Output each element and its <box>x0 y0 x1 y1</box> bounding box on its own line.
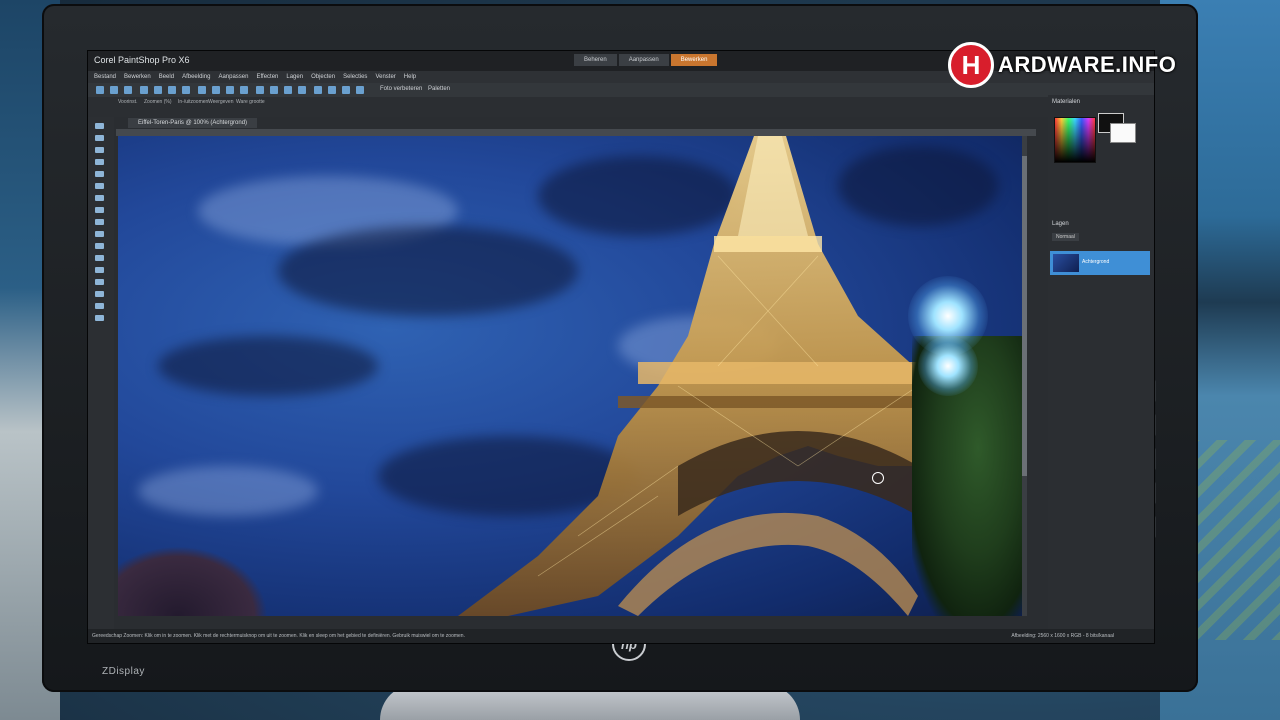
flip-icon[interactable] <box>240 86 248 94</box>
scrollbar-thumb[interactable] <box>1022 156 1027 476</box>
dropper-tool-icon[interactable] <box>95 183 104 189</box>
guides-icon[interactable] <box>342 86 350 94</box>
histogram-icon[interactable] <box>356 86 364 94</box>
mode-tabs: Beheren Aanpassen Bewerken <box>574 54 718 66</box>
pick-tool-icon[interactable] <box>95 147 104 153</box>
vertical-scrollbar[interactable] <box>1022 136 1027 616</box>
paste-icon[interactable] <box>270 86 278 94</box>
option-actual-size[interactable]: Ware grootte <box>236 99 265 105</box>
pan-tool-icon[interactable] <box>95 123 104 129</box>
status-image-info: Afbeelding: 2560 x 1600 x RGB - 8 bits/k… <box>1011 633 1114 639</box>
menu-objecten[interactable]: Objecten <box>311 71 335 83</box>
move-tool-icon[interactable] <box>95 159 104 165</box>
layer-name: Achtergrond <box>1082 259 1110 265</box>
option-presets[interactable]: Voorinst. <box>118 99 137 105</box>
zoom-cursor-icon <box>872 472 884 484</box>
crop-icon[interactable] <box>198 86 206 94</box>
status-hint: Gereedschap Zoomen: Klik om in te zoomen… <box>92 633 465 639</box>
menu-help[interactable]: Help <box>404 71 416 83</box>
document-tab[interactable]: Eiffel-Toren-Paris @ 100% (Achtergrond) <box>128 118 258 128</box>
grid-icon[interactable] <box>314 86 322 94</box>
palettes-dropdown[interactable]: Paletten <box>428 86 450 92</box>
tools-palette <box>88 117 114 629</box>
open-icon[interactable] <box>110 86 118 94</box>
ruler-icon[interactable] <box>328 86 336 94</box>
share-icon[interactable] <box>154 86 162 94</box>
save-icon[interactable] <box>124 86 132 94</box>
menu-aanpassen[interactable]: Aanpassen <box>218 71 248 83</box>
copy-icon[interactable] <box>256 86 264 94</box>
rotate-icon[interactable] <box>226 86 234 94</box>
right-panels: Materialen Lagen Normaal Achtergrond <box>1048 95 1154 629</box>
brand-logo-text: ARDWARE.INFO <box>998 52 1177 77</box>
straighten-tool-icon[interactable] <box>95 207 104 213</box>
resize-icon[interactable] <box>212 86 220 94</box>
menu-venster[interactable]: Venster <box>375 71 395 83</box>
new-icon[interactable] <box>96 86 104 94</box>
app-window: Corel PaintShop Pro X6 Beheren Aanpassen… <box>87 50 1155 644</box>
status-bar: Gereedschap Zoomen: Klik om in te zoomen… <box>88 629 1154 643</box>
menu-afbeelding[interactable]: Afbeelding <box>182 71 210 83</box>
menu-selecties[interactable]: Selecties <box>343 71 367 83</box>
eraser-tool-icon[interactable] <box>95 255 104 261</box>
image-canvas[interactable] <box>118 136 1022 616</box>
option-zoom-in-out[interactable]: In-/uitzoomen <box>178 99 208 105</box>
tab-aanpassen[interactable]: Aanpassen <box>618 54 669 66</box>
tab-beheren[interactable]: Beheren <box>574 54 617 66</box>
zoom-tool-icon[interactable] <box>95 135 104 141</box>
tab-bewerken[interactable]: Bewerken <box>670 54 718 66</box>
option-view[interactable]: Weergeven <box>208 99 233 105</box>
tool-options-bar: Voorinst. Zoomen (%) In-/uitzoomen Weerg… <box>88 97 1154 117</box>
text-tool-icon[interactable] <box>95 279 104 285</box>
option-zoom-percent[interactable]: Zoomen (%) <box>144 99 172 105</box>
layer-thumbnail <box>1053 254 1079 272</box>
redeye-tool-icon[interactable] <box>95 219 104 225</box>
horizontal-ruler <box>116 129 1036 136</box>
hardware-info-watermark: H ARDWARE.INFO <box>948 40 1184 90</box>
zoom-in-icon[interactable] <box>284 86 292 94</box>
color-picker[interactable] <box>1054 117 1096 163</box>
trees-left <box>118 546 268 616</box>
layers-header: Lagen <box>1052 221 1069 227</box>
redo-icon[interactable] <box>182 86 190 94</box>
shape-tool-icon[interactable] <box>95 291 104 297</box>
selection-tool-icon[interactable] <box>95 171 104 177</box>
warp-tool-icon[interactable] <box>95 315 104 321</box>
menu-beeld[interactable]: Beeld <box>159 71 174 83</box>
clone-tool-icon[interactable] <box>95 231 104 237</box>
menu-bewerken[interactable]: Bewerken <box>124 71 151 83</box>
app-title: Corel PaintShop Pro X6 <box>94 55 190 65</box>
zoom-out-icon[interactable] <box>298 86 306 94</box>
paint-brush-tool-icon[interactable] <box>95 243 104 249</box>
street-lamp-glow <box>918 336 978 396</box>
blend-mode-select[interactable]: Normaal <box>1052 233 1079 241</box>
pen-tool-icon[interactable] <box>95 303 104 309</box>
menu-bestand[interactable]: Bestand <box>94 71 116 83</box>
fill-tool-icon[interactable] <box>95 267 104 273</box>
menu-lagen[interactable]: Lagen <box>286 71 303 83</box>
menu-effecten[interactable]: Effecten <box>256 71 278 83</box>
zdisplay-label: ZDisplay <box>102 666 145 677</box>
background-swatch[interactable] <box>1110 123 1136 143</box>
crop-tool-icon[interactable] <box>95 195 104 201</box>
materials-header: Materialen <box>1052 99 1081 105</box>
undo-icon[interactable] <box>168 86 176 94</box>
layer-row[interactable]: Achtergrond <box>1050 251 1150 275</box>
photo-edit-dropdown[interactable]: Foto verbeteren <box>380 86 422 92</box>
print-icon[interactable] <box>140 86 148 94</box>
eiffel-tower <box>458 136 948 616</box>
